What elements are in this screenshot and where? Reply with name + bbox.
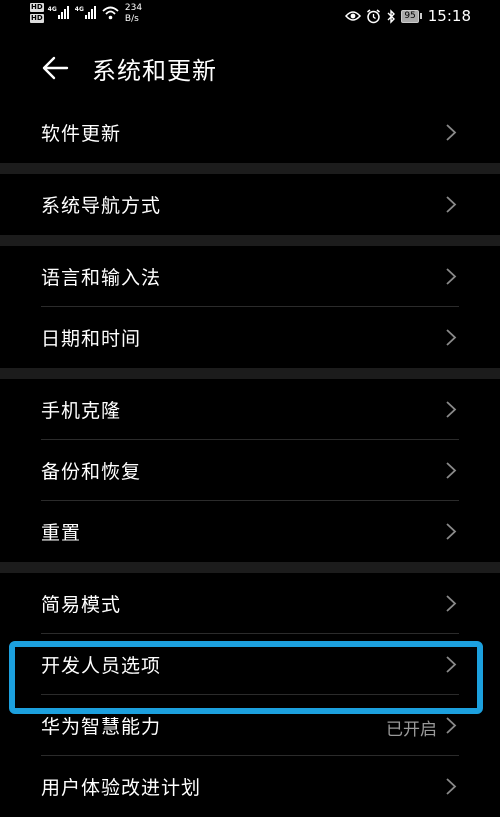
row-label: 华为智慧能力 <box>41 716 162 738</box>
eye-icon <box>345 11 362 21</box>
hd-badge-2: HD <box>30 14 44 24</box>
group-separator <box>0 163 500 174</box>
settings-group-2: 系统导航方式 <box>0 174 500 235</box>
speed-value: 234 <box>124 3 143 13</box>
chevron-right-icon <box>446 717 457 734</box>
chevron-right-icon <box>446 595 457 612</box>
row-label: 备份和恢复 <box>41 461 142 483</box>
chevron-right-icon <box>446 523 457 540</box>
network-speed: 234 B/s <box>125 3 142 26</box>
alarm-icon <box>367 8 381 23</box>
hd-badges: HD HD <box>30 3 44 25</box>
chevron-right-icon <box>446 124 457 141</box>
settings-group-3: 语言和输入法 日期和时间 <box>0 246 500 368</box>
row-label: 简易模式 <box>41 594 122 616</box>
chevron-right-icon <box>446 462 457 479</box>
row-label: 软件更新 <box>41 123 122 145</box>
arrow-left-icon[interactable] <box>40 54 70 82</box>
chevron-right-icon <box>446 329 457 346</box>
chevron-right-icon <box>446 401 457 418</box>
row-user-experience[interactable]: 用户体验改进计划 <box>0 756 500 817</box>
group-separator <box>0 562 500 573</box>
status-bar: HD HD 4G 4G 234 B/s 95 15:18 <box>0 0 500 34</box>
settings-group-1: 软件更新 <box>0 102 500 163</box>
battery-level: 95 <box>401 9 419 23</box>
page-header: 系统和更新 <box>0 40 500 96</box>
wifi-icon <box>102 6 119 20</box>
battery-icon: 95 <box>401 9 422 23</box>
row-reset[interactable]: 重置 <box>0 501 500 562</box>
row-label: 用户体验改进计划 <box>41 777 202 799</box>
group-separator <box>0 368 500 379</box>
chevron-right-icon <box>446 778 457 795</box>
signal-icon-2: 4G <box>75 6 97 19</box>
bluetooth-icon <box>387 8 396 24</box>
row-backup-restore[interactable]: 备份和恢复 <box>0 440 500 501</box>
chevron-right-icon <box>446 268 457 285</box>
row-label: 语言和输入法 <box>41 267 162 289</box>
hd-badge-1: HD <box>30 3 44 13</box>
highlight-box <box>9 641 483 714</box>
settings-group-4: 手机克隆 备份和恢复 重置 <box>0 379 500 562</box>
row-status-value: 已开启 <box>386 720 437 740</box>
row-label: 重置 <box>41 522 82 544</box>
row-label: 系统导航方式 <box>41 195 162 217</box>
signal-icon-1: 4G <box>48 6 70 19</box>
group-separator <box>0 235 500 246</box>
page-title: 系统和更新 <box>92 57 217 85</box>
row-date-time[interactable]: 日期和时间 <box>0 307 500 368</box>
row-phone-clone[interactable]: 手机克隆 <box>0 379 500 440</box>
row-software-update[interactable]: 软件更新 <box>0 102 500 163</box>
row-label: 手机克隆 <box>41 400 122 422</box>
row-label: 日期和时间 <box>41 328 142 350</box>
speed-unit: B/s <box>124 14 139 25</box>
chevron-right-icon <box>446 196 457 213</box>
row-system-navigation[interactable]: 系统导航方式 <box>0 174 500 235</box>
clock: 15:18 <box>427 7 471 25</box>
row-simple-mode[interactable]: 简易模式 <box>0 573 500 634</box>
row-language-input[interactable]: 语言和输入法 <box>0 246 500 307</box>
